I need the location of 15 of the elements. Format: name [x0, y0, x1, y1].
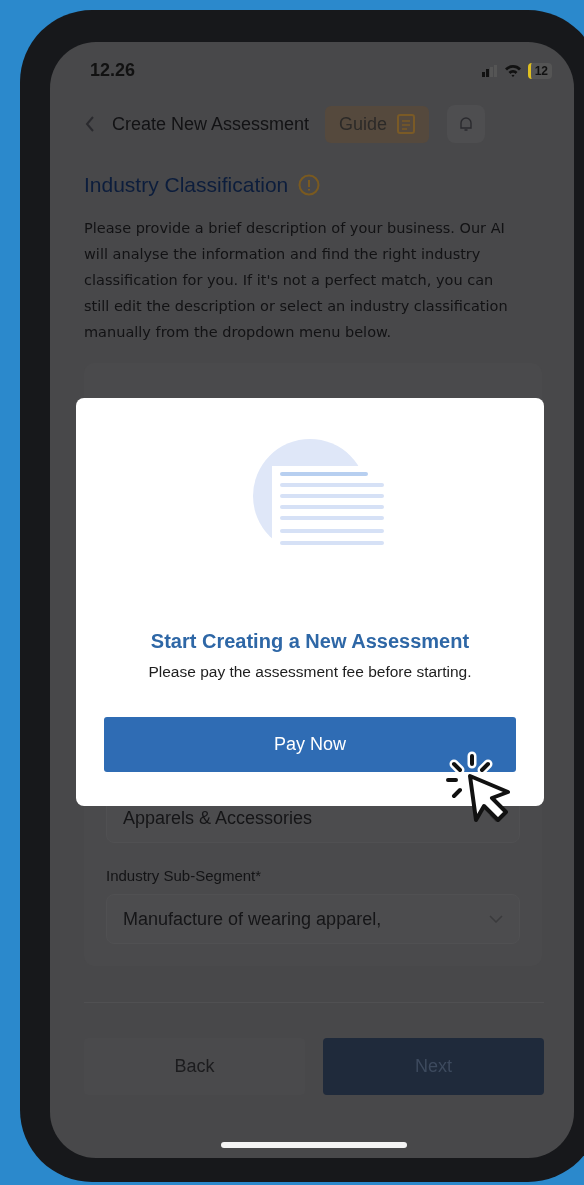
- status-time: 12.26: [90, 60, 136, 81]
- wifi-icon: [503, 64, 522, 77]
- dropdown-field[interactable]: Manufacture of wearing apparel,: [106, 894, 520, 944]
- modal-title: Start Creating a New Assessment: [150, 630, 470, 653]
- info-icon[interactable]: [298, 174, 321, 196]
- signal-icon: [481, 64, 498, 77]
- pay-now-button[interactable]: Pay Now: [104, 717, 516, 772]
- back-chevron-icon[interactable]: [84, 115, 96, 133]
- battery-indicator: 12: [527, 62, 552, 79]
- bell-icon: [459, 116, 474, 132]
- field-label: Industry Sub-Segment*: [106, 867, 263, 884]
- notification-button[interactable]: [447, 105, 486, 143]
- document-icon: [397, 114, 416, 134]
- modal-message: Please pay the assessment fee before starting.: [148, 663, 472, 681]
- section-title: Industry Classification: [84, 173, 289, 197]
